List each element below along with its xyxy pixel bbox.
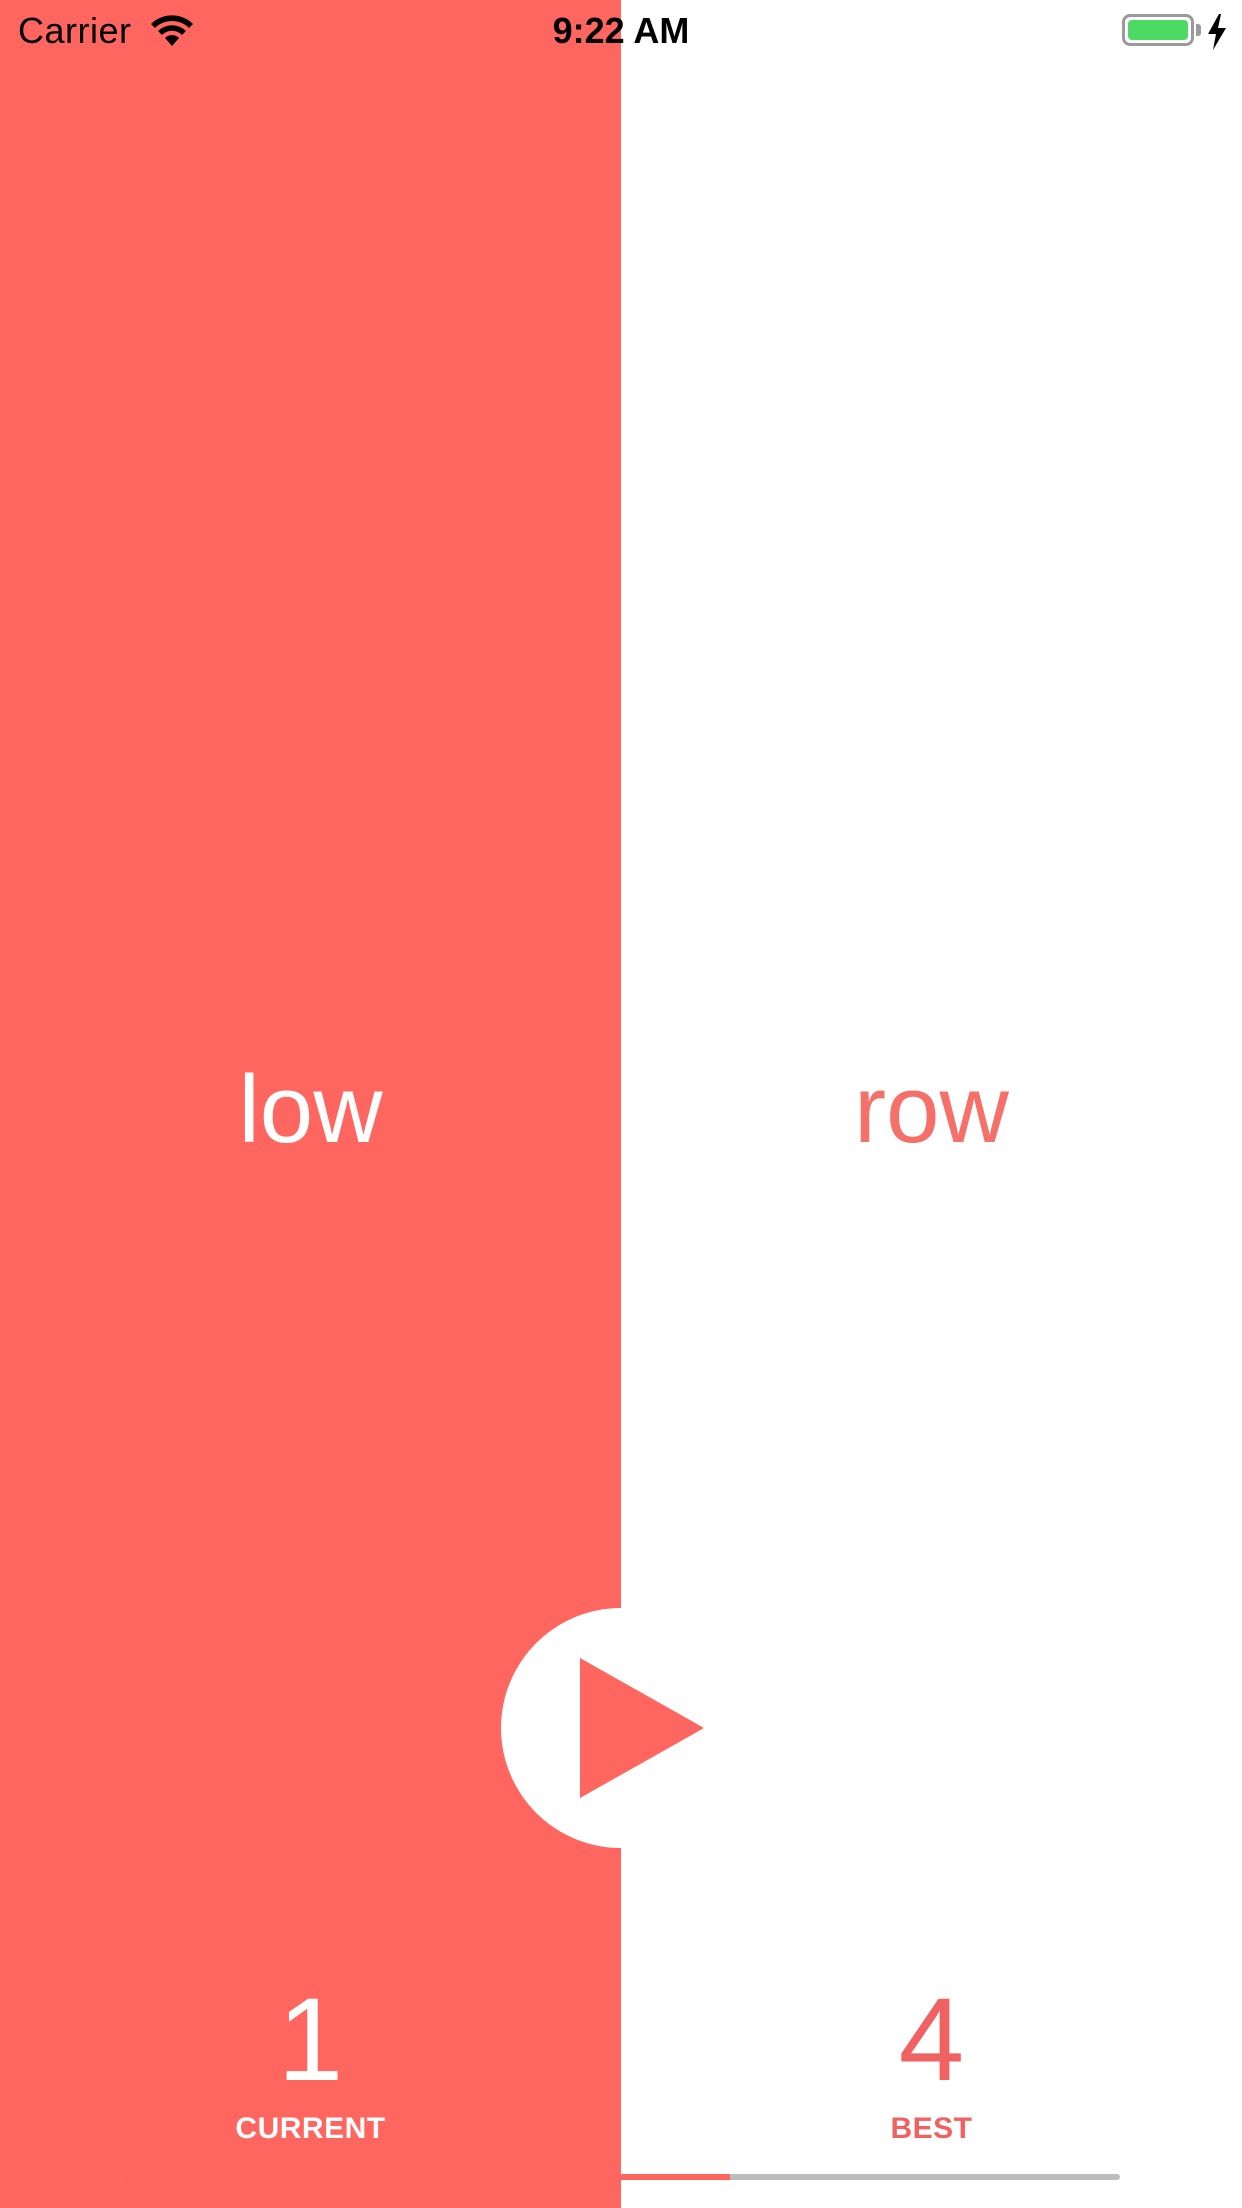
progress-bar bbox=[120, 2174, 1120, 2180]
left-option-word[interactable]: low bbox=[0, 1055, 621, 1165]
battery-icon bbox=[1122, 14, 1194, 46]
current-score-value: 1 bbox=[277, 1974, 344, 2106]
best-score-value: 4 bbox=[898, 1974, 965, 2106]
battery-tip bbox=[1196, 24, 1201, 36]
clock: 9:22 AM bbox=[552, 10, 690, 51]
bolt-icon bbox=[1208, 14, 1226, 50]
progress-fill bbox=[120, 2174, 730, 2180]
play-icon bbox=[580, 1658, 704, 1798]
right-option-word[interactable]: row bbox=[621, 1055, 1242, 1165]
game-screen: Carrier 9:22 AM low row 1 CURRENT 4 BEST bbox=[0, 0, 1242, 2208]
best-score-label: BEST bbox=[890, 2112, 973, 2145]
status-bar: Carrier 9:22 AM bbox=[0, 0, 1242, 60]
current-score-label: CURRENT bbox=[235, 2112, 386, 2145]
